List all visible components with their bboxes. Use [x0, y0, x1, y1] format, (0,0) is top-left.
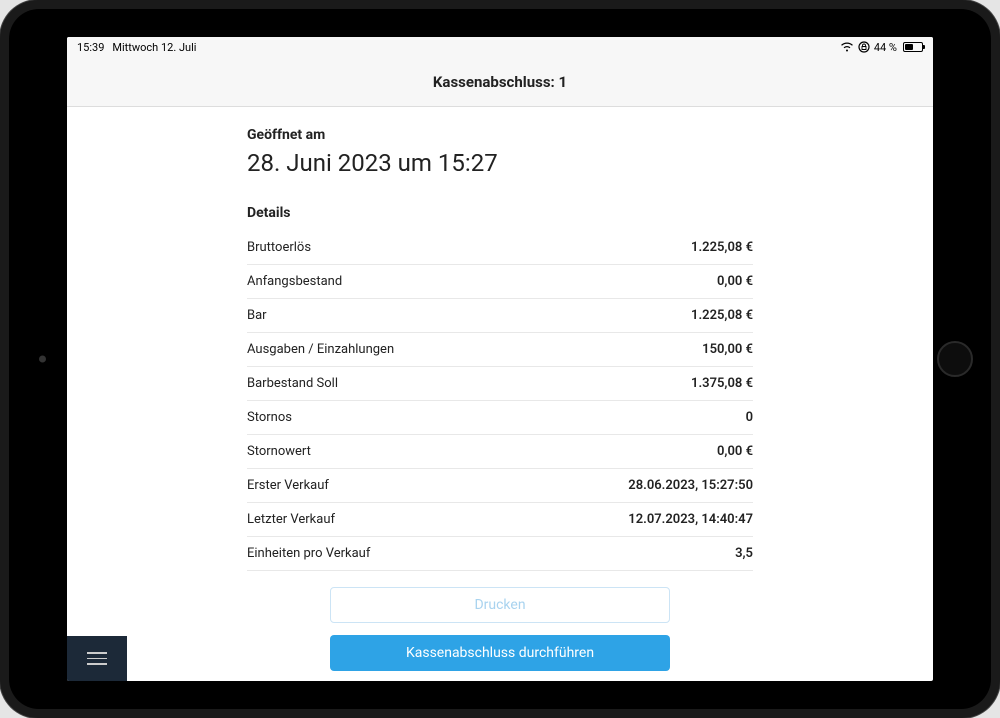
detail-row: Einheiten pro Verkauf 3,5 [247, 537, 753, 571]
details-heading: Details [247, 205, 753, 221]
detail-row: Letzter Verkauf 12.07.2023, 14:40:47 [247, 503, 753, 537]
detail-value: 1.375,08 € [691, 376, 753, 391]
camera-dot [39, 356, 46, 363]
battery-text: 44 % [874, 41, 897, 54]
detail-value: 0,00 € [717, 444, 753, 459]
detail-value: 3,5 [735, 546, 753, 561]
page-header: Kassenabschluss: 1 [67, 57, 933, 107]
detail-value: 1.225,08 € [691, 308, 753, 323]
detail-value: 12.07.2023, 14:40:47 [628, 512, 753, 527]
rotation-lock-icon [858, 41, 870, 53]
home-button[interactable] [937, 341, 973, 377]
details-list: Bruttoerlös 1.225,08 € Anfangsbestand 0,00 … [247, 231, 753, 571]
wifi-icon [840, 42, 854, 52]
status-time: 15:39 [77, 41, 104, 54]
detail-row: Bruttoerlös 1.225,08 € [247, 231, 753, 265]
detail-label: Letzter Verkauf [247, 512, 335, 527]
detail-label: Stornowert [247, 444, 311, 459]
detail-label: Barbestand Soll [247, 376, 338, 391]
detail-row: Bar 1.225,08 € [247, 299, 753, 333]
detail-label: Erster Verkauf [247, 478, 329, 493]
detail-label: Bar [247, 308, 267, 323]
detail-row: Stornos 0 [247, 401, 753, 435]
hamburger-menu-button[interactable] [67, 636, 127, 681]
opened-at-label: Geöffnet am [247, 127, 753, 143]
detail-row: Barbestand Soll 1.375,08 € [247, 367, 753, 401]
detail-label: Ausgaben / Einzahlungen [247, 342, 394, 357]
detail-value: 0,00 € [717, 274, 753, 289]
page-title: Kassenabschluss: 1 [433, 73, 567, 91]
detail-value: 28.06.2023, 15:27:50 [628, 478, 753, 493]
tablet-frame: 15:39 Mittwoch 12. Juli 44 % Kassenabsch… [0, 0, 1000, 718]
page-content: Geöffnet am 28. Juni 2023 um 15:27 Detai… [67, 107, 933, 681]
detail-label: Anfangsbestand [247, 274, 342, 289]
print-button[interactable]: Drucken [330, 587, 670, 623]
opened-at-date: 28. Juni 2023 um 15:27 [247, 149, 753, 177]
status-date: Mittwoch 12. Juli [112, 41, 196, 54]
battery-icon [903, 42, 923, 52]
screen: 15:39 Mittwoch 12. Juli 44 % Kassenabsch… [67, 37, 933, 681]
detail-value: 0 [746, 410, 753, 425]
detail-row: Anfangsbestand 0,00 € [247, 265, 753, 299]
detail-label: Bruttoerlös [247, 240, 311, 255]
detail-row: Stornowert 0,00 € [247, 435, 753, 469]
detail-label: Stornos [247, 410, 292, 425]
detail-row: Ausgaben / Einzahlungen 150,00 € [247, 333, 753, 367]
perform-close-button[interactable]: Kassenabschluss durchführen [330, 635, 670, 671]
detail-value: 1.225,08 € [691, 240, 753, 255]
detail-value: 150,00 € [702, 342, 753, 357]
detail-label: Einheiten pro Verkauf [247, 546, 370, 561]
status-bar: 15:39 Mittwoch 12. Juli 44 % [67, 37, 933, 57]
detail-row: Erster Verkauf 28.06.2023, 15:27:50 [247, 469, 753, 503]
